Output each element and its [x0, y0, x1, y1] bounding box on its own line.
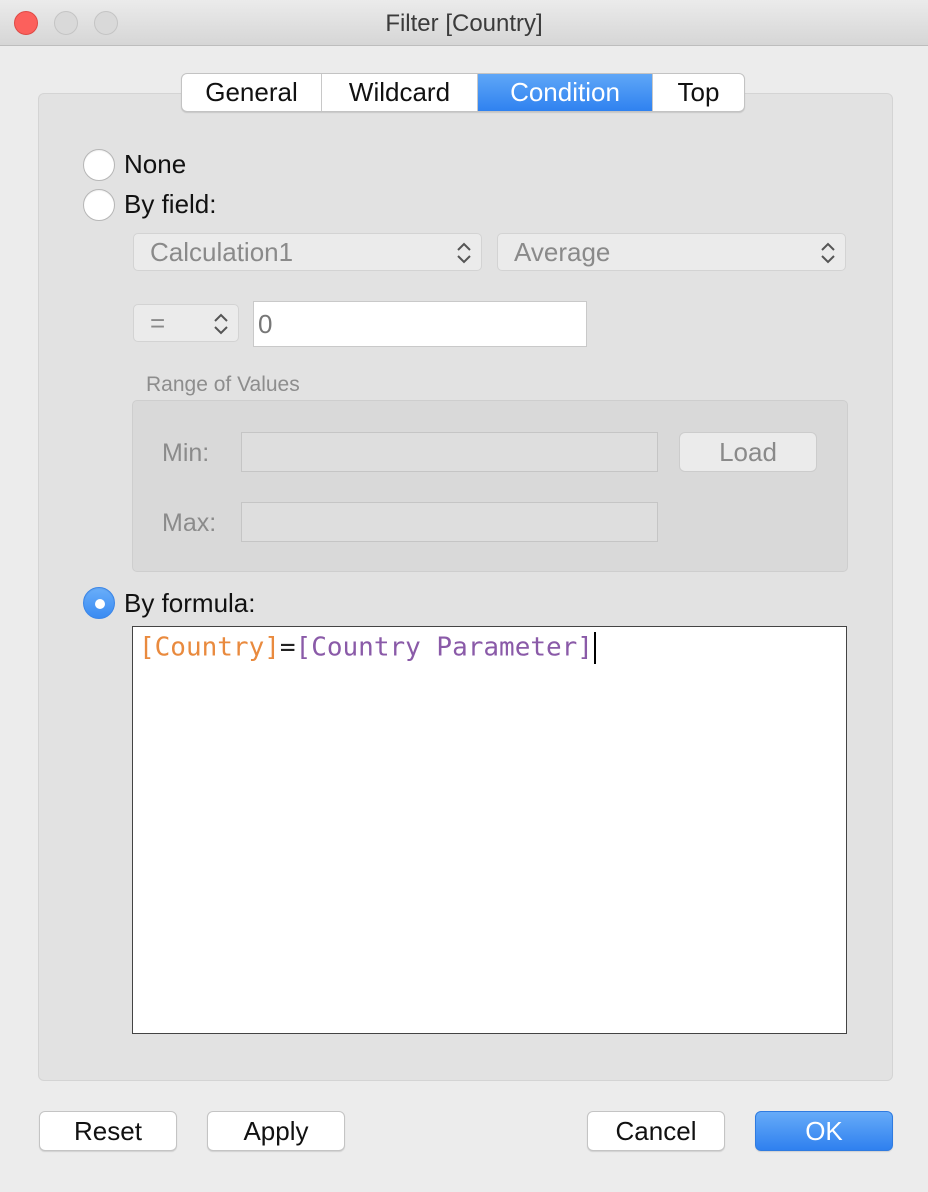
reset-button[interactable]: Reset: [39, 1111, 177, 1151]
apply-button[interactable]: Apply: [207, 1111, 345, 1151]
load-button[interactable]: Load: [679, 432, 817, 472]
aggregation-select-value: Average: [514, 236, 611, 267]
none-radio[interactable]: [83, 149, 115, 181]
formula-field-token: [Country]: [139, 632, 280, 663]
range-of-values-box: Min: Load Max:: [132, 400, 848, 572]
up-down-chevron-icon: [457, 242, 471, 264]
operator-select[interactable]: =: [133, 304, 239, 342]
by-formula-label: By formula:: [124, 588, 256, 618]
ok-button[interactable]: OK: [755, 1111, 893, 1151]
aggregation-select[interactable]: Average: [497, 233, 846, 271]
tab-top[interactable]: Top: [653, 74, 744, 111]
min-label: Min:: [162, 439, 210, 467]
by-field-radio[interactable]: [83, 189, 115, 221]
by-formula-radio[interactable]: [83, 587, 115, 619]
by-field-label: By field:: [124, 189, 217, 219]
max-label: Max:: [162, 509, 217, 537]
text-caret: [593, 632, 596, 664]
field-select-value: Calculation1: [150, 236, 294, 267]
range-of-values-title: Range of Values: [146, 373, 300, 396]
tab-bar: General Wildcard Condition Top: [181, 73, 745, 112]
compare-value-input[interactable]: 0: [253, 301, 587, 347]
window-title: Filter [Country]: [385, 10, 543, 37]
operator-select-value: =: [150, 307, 166, 338]
tab-general[interactable]: General: [182, 74, 322, 111]
max-input[interactable]: [241, 502, 658, 542]
formula-editor[interactable]: [Country]=[Country Parameter]: [132, 626, 847, 1034]
field-select[interactable]: Calculation1: [133, 233, 482, 271]
up-down-chevron-icon: [821, 242, 835, 264]
filter-dialog: Filter [Country] General Wildcard Condit…: [0, 0, 928, 1192]
compare-value-text: 0: [258, 308, 273, 339]
up-down-chevron-icon: [214, 313, 228, 335]
cancel-button[interactable]: Cancel: [587, 1111, 725, 1151]
formula-parameter-token: [Country Parameter]: [295, 632, 593, 663]
tab-condition[interactable]: Condition: [478, 74, 653, 111]
min-input[interactable]: [241, 432, 658, 472]
title-bar: Filter [Country]: [0, 0, 928, 46]
formula-operator-token: =: [279, 632, 296, 663]
tab-wildcard[interactable]: Wildcard: [322, 74, 478, 111]
none-label: None: [124, 149, 187, 179]
